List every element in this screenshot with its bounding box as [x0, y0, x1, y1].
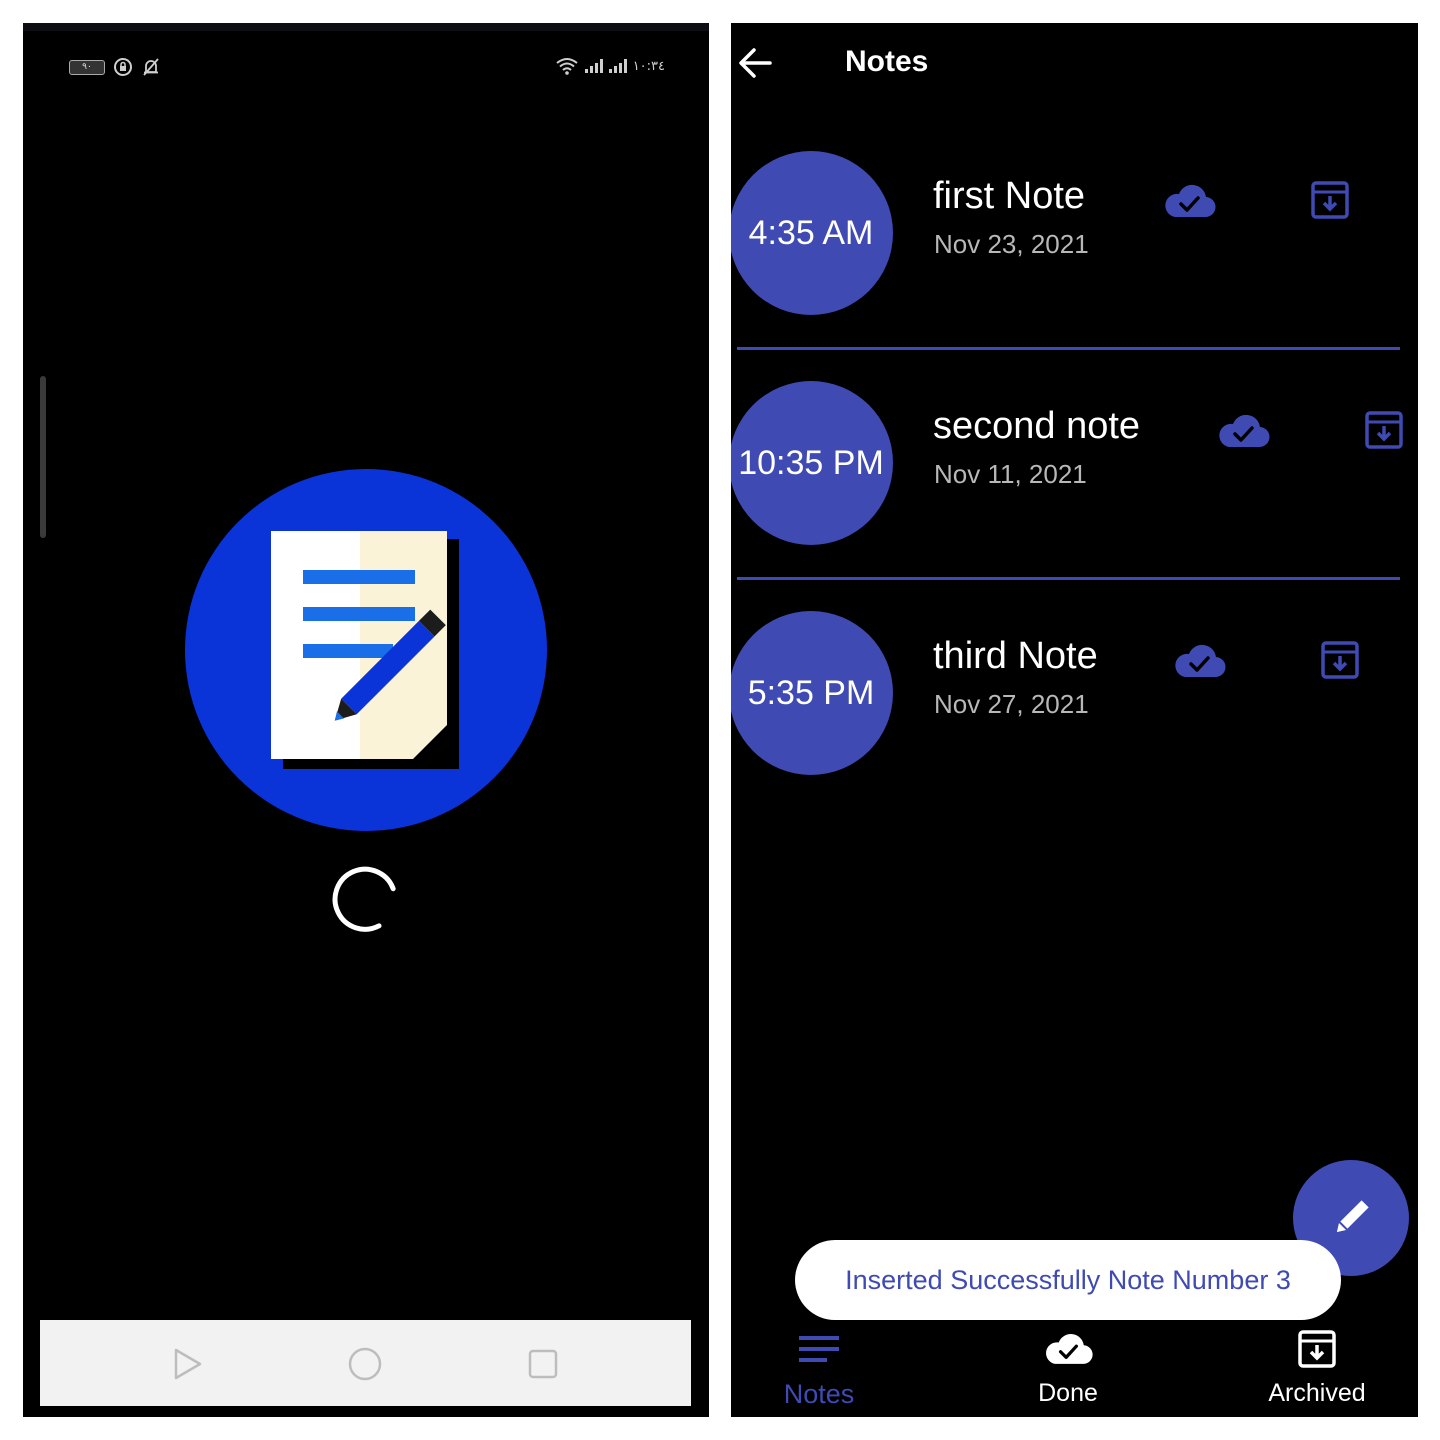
note-title: first Note [933, 175, 1086, 217]
note-item[interactable]: 5:35 PM third Note Nov 27, 2021 [731, 611, 1418, 841]
wifi-icon [556, 58, 578, 75]
system-nav-bar [40, 1320, 691, 1406]
tab-notes[interactable]: Notes [739, 1323, 899, 1417]
status-bar: ٩٠ ١٠:٣٤ [23, 57, 709, 79]
cloud-done-icon[interactable] [1215, 411, 1271, 451]
app-bar: Notes [731, 23, 1418, 103]
archive-icon[interactable] [1319, 639, 1361, 681]
signal-icon [608, 59, 627, 73]
note-title: second note [933, 405, 1141, 447]
battery-icon: ٩٠ [69, 59, 105, 75]
tab-done-label: Done [1038, 1379, 1098, 1407]
archive-icon[interactable] [1363, 409, 1405, 451]
cloud-done-icon [1046, 1334, 1093, 1364]
note-date: Nov 11, 2021 [934, 459, 1087, 489]
archive-icon [1298, 1330, 1336, 1368]
snackbar-message: Inserted Successfully Note Number 3 [795, 1240, 1341, 1320]
back-button[interactable] [735, 43, 775, 83]
note-date: Nov 27, 2021 [934, 689, 1089, 719]
battery-level: ٩٠ [82, 62, 92, 72]
splash-screen: ٩٠ ١٠:٣٤ [23, 23, 709, 1417]
archive-icon[interactable] [1309, 179, 1351, 221]
clock: ١٠:٣٤ [632, 58, 665, 74]
note-time-badge: 10:35 PM [731, 381, 893, 545]
loading-spinner-icon [332, 866, 396, 932]
back-triangle-icon[interactable] [168, 1346, 204, 1382]
page-title: Notes [845, 45, 929, 78]
pencil-icon [1336, 1200, 1369, 1233]
arrow-left-icon [739, 48, 772, 78]
divider [737, 577, 1400, 580]
cloud-done-icon[interactable] [1161, 181, 1217, 221]
edge-panel-handle[interactable] [40, 376, 46, 538]
top-edge [23, 23, 709, 31]
tab-archived-label: Archived [1268, 1379, 1366, 1407]
divider [737, 347, 1400, 350]
tab-notes-label: Notes [783, 1379, 855, 1409]
bottom-navigation: Notes Done Archived [731, 1323, 1418, 1417]
cloud-done-icon[interactable] [1171, 641, 1227, 681]
muted-bell-icon [143, 58, 159, 76]
lock-rotation-icon [114, 58, 132, 76]
home-circle-icon[interactable] [347, 1346, 383, 1382]
signal-icon [584, 59, 603, 73]
notepad-pencil-logo-icon [271, 531, 459, 769]
recents-square-icon[interactable] [525, 1346, 561, 1382]
app-logo [185, 469, 547, 831]
notes-screen: Notes 4:35 AM first Note Nov 23, 2021 10… [731, 23, 1418, 1417]
note-time-badge: 5:35 PM [731, 611, 893, 775]
note-title: third Note [933, 635, 1098, 677]
note-date: Nov 23, 2021 [934, 229, 1089, 259]
note-time-badge: 4:35 AM [731, 151, 893, 315]
list-lines-icon [799, 1336, 839, 1362]
tab-archived[interactable]: Archived [1237, 1323, 1397, 1417]
tab-done[interactable]: Done [988, 1323, 1148, 1417]
